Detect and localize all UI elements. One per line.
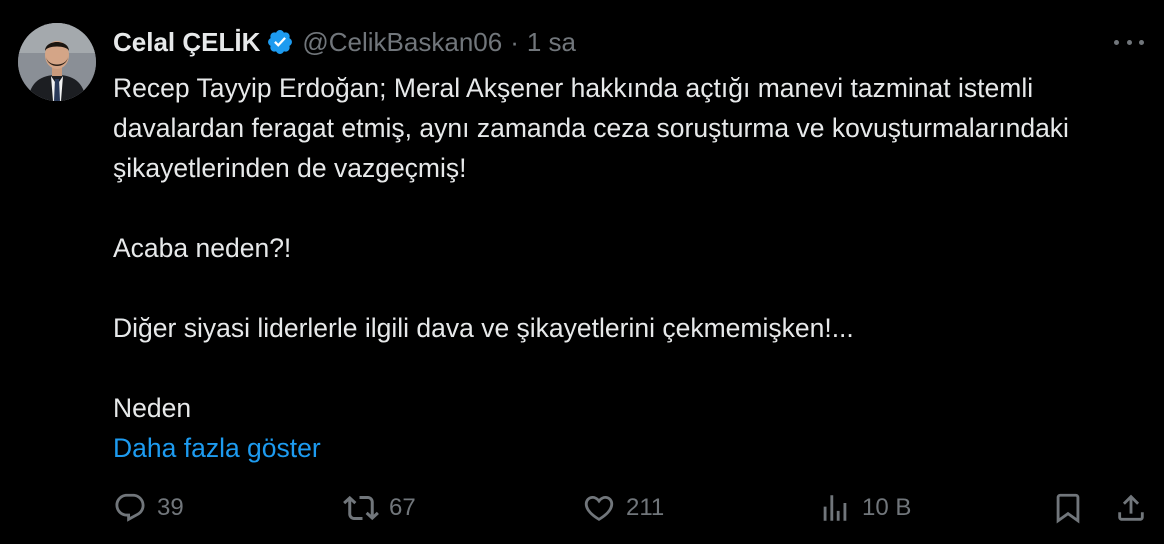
separator-dot: · [510,26,519,57]
author-handle[interactable]: @CelikBaskan06 [302,27,502,58]
views-count: 10 B [862,494,912,521]
repost-icon [343,495,379,521]
bookmark-icon [1056,493,1080,524]
verified-badge-icon [266,28,294,56]
repost-button[interactable]: 67 [343,488,416,528]
reply-button[interactable]: 39 [113,488,184,528]
tweet-header: Celal ÇELİK @CelikBaskan06 · 1 sa [113,24,576,60]
tweet-paragraph: Neden [113,393,192,423]
like-count: 211 [626,494,665,521]
tweet-paragraph: Acaba neden?! [113,233,292,263]
tweet-paragraph: Diğer siyasi liderlerle ilgili dava ve ş… [113,313,854,343]
share-icon [1118,494,1144,521]
post-time[interactable]: 1 sa [527,27,576,58]
like-button[interactable]: 211 [582,488,664,528]
tweet-card[interactable]: Celal ÇELİK @CelikBaskan06 · 1 sa Recep … [0,0,1164,544]
tweet-paragraph: Recep Tayyip Erdoğan; Meral Akşener hakk… [113,73,1069,183]
reply-icon [115,493,145,522]
show-more-link[interactable]: Daha fazla göster [113,428,321,468]
display-name[interactable]: Celal ÇELİK [113,27,260,58]
views-icon [823,495,847,521]
more-options-icon[interactable] [1114,30,1144,54]
avatar[interactable] [18,23,96,101]
repost-count: 67 [389,494,416,521]
bookmark-button[interactable] [1051,488,1085,528]
share-button[interactable] [1114,488,1148,528]
action-bar: 39 67 211 10 B [113,488,1153,528]
heart-icon [584,495,614,521]
views-button[interactable]: 10 B [818,488,911,528]
reply-count: 39 [157,494,184,521]
tweet-text: Recep Tayyip Erdoğan; Meral Akşener hakk… [113,68,1133,468]
